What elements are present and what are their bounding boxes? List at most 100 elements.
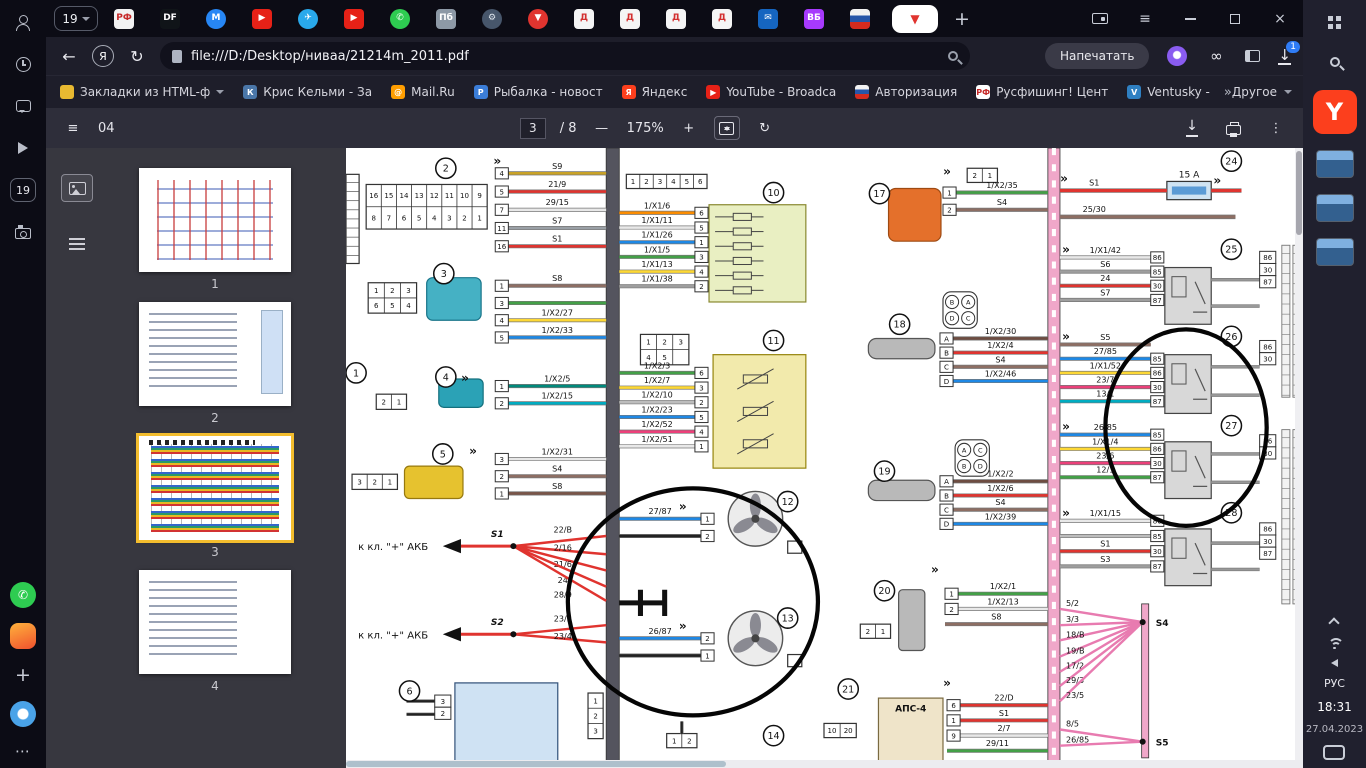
pdf-sidebar-toggle[interactable]: ≡ [62,116,84,140]
rail-tab-counter[interactable]: 19 [10,178,36,202]
apps-grid-icon[interactable] [1323,10,1347,34]
more-apps-icon[interactable]: ⋯ [15,742,31,760]
window-preview-1[interactable] [1315,150,1354,178]
tab-counter[interactable]: 19 [54,6,98,31]
menu-icon[interactable]: ≡ [1136,10,1154,28]
bookmark-vk[interactable]: К Крис Кельми - За [243,85,372,99]
thumbnail-preview[interactable] [139,570,291,674]
new-tab-button[interactable]: + [954,8,970,30]
bookmark-fishing[interactable]: Р Рыбалка - новост [473,85,603,99]
outline-view-button[interactable] [61,230,93,258]
browser-app-icon[interactable] [10,701,36,727]
back-button[interactable]: ← [58,47,80,66]
rotate-button[interactable]: ↻ [754,116,776,140]
pinned-tab-mail[interactable]: ✉ [758,8,778,29]
pinned-tab-maps[interactable]: ▼ [528,8,548,29]
wifi-icon[interactable] [1326,637,1345,649]
pinned-tab-telegram[interactable]: ✈ [298,8,318,29]
pinned-tab-wb[interactable]: ВБ [804,8,824,29]
tray-expand-icon[interactable] [1328,617,1341,629]
pdf-more-button[interactable]: ⋮ [1265,116,1287,140]
close-button[interactable]: × [1271,10,1289,28]
yandex-home-button[interactable]: Я [92,45,114,67]
bookmarks-other-folder[interactable]: Другое [1232,85,1292,99]
svg-text:1/X2/46: 1/X2/46 [985,368,1016,378]
pinned-tab-whatsapp[interactable]: ✆ [390,8,410,29]
pdf-print-button[interactable] [1223,116,1245,140]
volume-icon[interactable] [1330,659,1338,667]
active-tab-pdf[interactable]: ▼ [892,4,938,33]
pinned-tab-ru-flag[interactable] [850,8,870,29]
comments-icon[interactable] [11,94,35,118]
pinned-tab-youtube-2[interactable]: ▶ [344,8,364,29]
svg-text:S1: S1 [1089,177,1099,187]
video-icon[interactable] [11,136,35,160]
alice-icon[interactable] [1167,46,1188,66]
downloads-button[interactable]: ↓ 1 [1278,40,1300,66]
bookmark-folder[interactable]: Закладки из HTML-ф [60,85,225,99]
horizontal-scroll-thumb[interactable] [346,761,726,767]
language-indicator[interactable]: РУС [1324,677,1345,690]
pinned-tab-rusfishing[interactable]: РФ [114,8,134,29]
pinned-tab-pb[interactable]: Пб [436,8,456,29]
pinned-tab-driftfishing[interactable]: DF [160,8,180,29]
thumbnail-page-2[interactable]: 2 [139,302,291,425]
thumbnail-preview[interactable] [136,433,294,543]
bookmark-youtube[interactable]: ▶ YouTube - Broadca [706,85,836,99]
profile-icon[interactable] [11,10,35,34]
window-preview-2[interactable] [1315,194,1354,222]
history-icon[interactable] [11,52,35,76]
thumbnail-page-1[interactable]: 1 [139,168,291,291]
svg-text:S9: S9 [552,161,562,171]
screenshot-icon[interactable] [11,220,35,244]
svg-text:86: 86 [1263,525,1272,534]
sidebar-panel-icon[interactable] [1245,50,1261,62]
pinned-tab-dzen-2[interactable]: Д [620,8,640,29]
fit-page-button[interactable] [713,116,740,140]
svg-text:1/X2/4: 1/X2/4 [987,340,1013,350]
print-page-button[interactable]: Напечатать [1044,43,1150,69]
thumbnail-page-4[interactable]: 4 [139,570,291,693]
page-number-input[interactable]: 3 [519,117,546,139]
minimize-button[interactable] [1181,10,1199,28]
address-bar[interactable]: file:///D:/Desktop/ниваа/21214m_2011.pdf [160,42,970,70]
cast-icon[interactable] [1091,10,1109,28]
vertical-scroll-thumb[interactable] [1296,151,1302,235]
pinned-tab-dzen-1[interactable]: Д [574,8,594,29]
bookmark-mail[interactable]: @ Mail.Ru [391,85,455,99]
window-preview-3[interactable] [1315,238,1354,266]
horizontal-scrollbar[interactable] [346,760,1303,768]
svg-text:D: D [944,520,950,529]
whatsapp-icon[interactable]: ✆ [10,582,36,608]
pdf-download-button[interactable]: ↓ [1181,116,1203,140]
taskbar-pill-icon[interactable] [1323,745,1346,760]
pinned-tab-messenger[interactable]: М [206,8,226,29]
bookmark-rusfishing[interactable]: РФ Русфишинг! Цент [976,85,1108,99]
add-panel-button[interactable]: + [15,664,31,686]
thumbnail-preview[interactable] [139,302,291,406]
yandex-logo[interactable]: Y [1312,90,1357,134]
reload-button[interactable]: ↻ [126,47,148,66]
orange-app-icon[interactable] [10,623,36,649]
thumbnails-view-button[interactable] [61,174,93,202]
bookmarks-overflow[interactable]: » [1224,85,1232,100]
collections-icon[interactable]: ∞ [1205,47,1227,65]
pinned-tab-settings[interactable]: ⚙ [482,8,502,29]
svg-text:7: 7 [387,214,391,223]
bookmark-yandex[interactable]: Я Яндекс [621,85,687,99]
bookmark-ru-flag[interactable]: Авторизация [855,85,957,99]
thumbnail-page-3[interactable]: 3 [136,433,294,559]
vertical-scrollbar[interactable] [1295,148,1303,768]
clock-time[interactable]: 18:31 [1317,700,1352,714]
search-icon[interactable] [1323,50,1347,74]
svg-text:2: 2 [644,177,648,186]
zoom-in-button[interactable]: + [678,116,700,140]
pinned-tab-dzen-3[interactable]: Д [666,8,686,29]
pinned-tab-youtube-1[interactable]: ▶ [252,8,272,29]
maximize-button[interactable] [1226,10,1244,28]
zoom-out-button[interactable]: — [591,116,613,140]
bookmark-ventusky[interactable]: V Ventusky - [1127,85,1210,99]
find-in-page-icon[interactable] [948,51,958,61]
thumbnail-preview[interactable] [139,168,291,272]
pinned-tab-dzen-4[interactable]: Д [712,8,732,29]
